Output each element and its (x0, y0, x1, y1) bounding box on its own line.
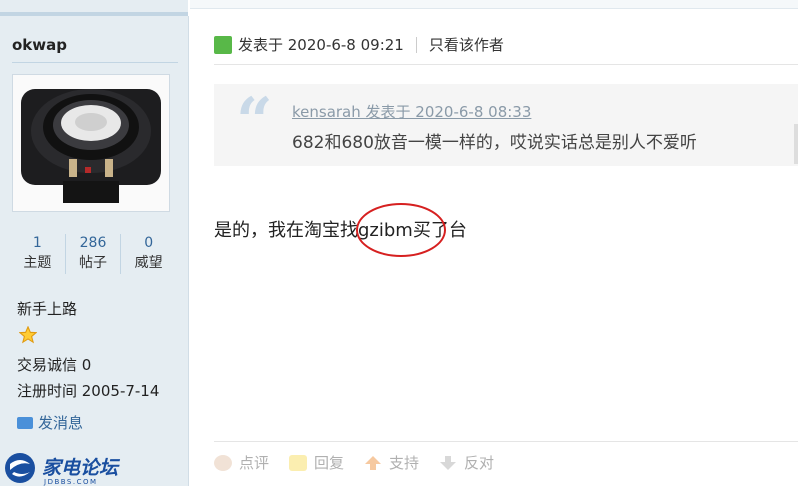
stat-topics[interactable]: 1 主题 (10, 234, 66, 274)
send-message-link[interactable]: 发消息 (17, 412, 83, 433)
mail-icon (17, 416, 33, 429)
logo-text: 家电论坛 (42, 457, 121, 479)
stat-label: 帖子 (79, 255, 107, 271)
avatar[interactable] (12, 74, 170, 212)
stat-value: 1 (32, 235, 42, 251)
stat-label: 威望 (134, 255, 163, 271)
send-message-label: 发消息 (38, 414, 84, 432)
action-label: 反对 (464, 454, 495, 472)
comment-button[interactable]: 点评 (214, 452, 269, 473)
stat-value: 0 (144, 235, 154, 251)
posted-at: 发表于 2020-6-8 09:21 (238, 36, 404, 54)
post-top-bar (190, 0, 798, 9)
user-rank[interactable]: 新手上路 (17, 298, 77, 319)
header-divider (415, 36, 417, 53)
highlight-circle (356, 203, 446, 257)
reply-icon (289, 454, 308, 471)
quote-mark-icon: “ (236, 84, 273, 159)
action-label: 回复 (314, 454, 345, 472)
stat-posts[interactable]: 286 帖子 (66, 234, 122, 274)
quote-source[interactable]: kensarah 发表于 2020-6-8 08:33 (292, 101, 531, 122)
post-actions: 点评 回复 支持 反对 (214, 452, 514, 473)
author-sidebar: okwap 1 主题 286 帖子 0 威望 新手上路 交易诚信 0 注册时间 … (0, 16, 189, 486)
author-stats: 1 主题 286 帖子 0 威望 (10, 234, 176, 274)
post-icon (214, 35, 232, 54)
author-username[interactable]: okwap (12, 36, 67, 54)
logo-subtext: JDBBS.COM (43, 478, 98, 486)
quote-scroll-edge (794, 124, 798, 164)
trade-credit: 交易诚信 0 (17, 356, 92, 374)
stat-reputation[interactable]: 0 威望 (121, 234, 176, 274)
speaker-image (13, 75, 169, 211)
header-divider-line (214, 64, 798, 65)
thumb-down-icon (440, 455, 457, 470)
stat-value: 286 (79, 235, 107, 251)
sidebar-top-bar (0, 0, 188, 16)
reply-button[interactable]: 回复 (289, 452, 344, 473)
quote-block: “ kensarah 发表于 2020-6-8 08:33 682和680放音一… (214, 84, 798, 166)
star-icon (19, 326, 37, 344)
register-time: 注册时间 2005-7-14 (17, 382, 160, 400)
quote-text: 682和680放音一模一样的，哎说实话总是别人不爱听 (292, 133, 697, 153)
post-header: 发表于 2020-6-8 09:21 只看该作者 (214, 34, 504, 55)
only-author-link[interactable]: 只看该作者 (429, 34, 504, 55)
support-button[interactable]: 支持 (364, 452, 419, 473)
action-label: 点评 (239, 454, 270, 472)
thumb-up-icon (365, 455, 382, 470)
comment-icon (214, 454, 232, 471)
sidebar-divider (12, 62, 178, 63)
oppose-button[interactable]: 反对 (439, 452, 494, 473)
actions-divider (214, 441, 798, 442)
forum-logo[interactable]: 家电论坛 JDBBS.COM (2, 452, 152, 486)
action-label: 支持 (389, 454, 420, 472)
stat-label: 主题 (23, 255, 52, 271)
